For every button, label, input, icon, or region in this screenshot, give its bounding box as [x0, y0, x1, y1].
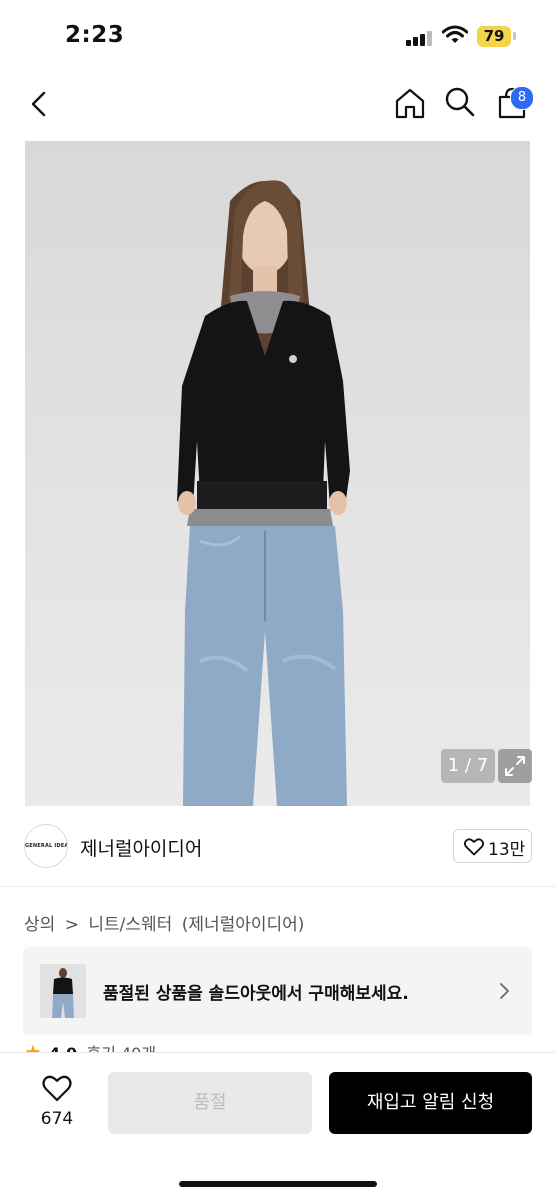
cellular-signal-icon	[406, 30, 434, 46]
product-image[interactable]	[25, 141, 530, 806]
breadcrumb: 상의 > 니트/스웨터 (제너럴아이디어)	[24, 910, 308, 935]
soldout-thumbnail	[40, 964, 86, 1018]
battery-level: 79	[477, 26, 511, 47]
bottom-action-bar: 674 품절 재입고 알림 신청	[0, 1053, 555, 1200]
home-indicator	[179, 1181, 377, 1187]
heart-icon	[464, 838, 484, 856]
breadcrumb-category[interactable]: 상의	[24, 915, 55, 935]
cart-count-badge: 8	[510, 86, 534, 110]
home-icon[interactable]	[393, 86, 427, 120]
heart-icon	[42, 1075, 72, 1102]
breadcrumb-brand[interactable]: (제너럴아이디어)	[182, 915, 305, 935]
model-illustration	[177, 180, 350, 806]
wishlist-button[interactable]: 674	[30, 1075, 84, 1135]
brand-logo[interactable]: GENERAL IDEA	[24, 824, 68, 868]
search-icon[interactable]	[444, 86, 476, 118]
top-navigation	[0, 78, 555, 132]
brand-like-button[interactable]: 13만	[453, 829, 532, 863]
chevron-right-icon	[500, 983, 509, 999]
brand-row[interactable]: GENERAL IDEA 제너럴아이디어 13만	[0, 806, 555, 887]
battery-tip	[513, 32, 516, 40]
breadcrumb-separator: >	[64, 915, 79, 935]
soldout-banner-text: 품절된 상품을 솔드아웃에서 구매해보세요.	[103, 984, 409, 1004]
restock-alert-button[interactable]: 재입고 알림 신청	[329, 1072, 532, 1134]
back-icon[interactable]	[26, 90, 54, 118]
brand-name[interactable]: 제너럴아이디어	[80, 834, 202, 861]
sold-out-button: 품절	[108, 1072, 312, 1134]
soldout-banner[interactable]: 품절된 상품을 솔드아웃에서 구매해보세요.	[23, 947, 532, 1035]
status-time: 2:23	[65, 22, 125, 48]
brand-like-count: 13만	[488, 840, 526, 860]
image-pager: 1 / 7	[441, 749, 495, 783]
wifi-icon	[442, 25, 468, 43]
expand-icon[interactable]	[498, 749, 532, 783]
wishlist-count: 674	[40, 1109, 74, 1129]
breadcrumb-subcategory[interactable]: 니트/스웨터	[88, 915, 172, 935]
status-bar: 2:23 79	[0, 0, 555, 70]
